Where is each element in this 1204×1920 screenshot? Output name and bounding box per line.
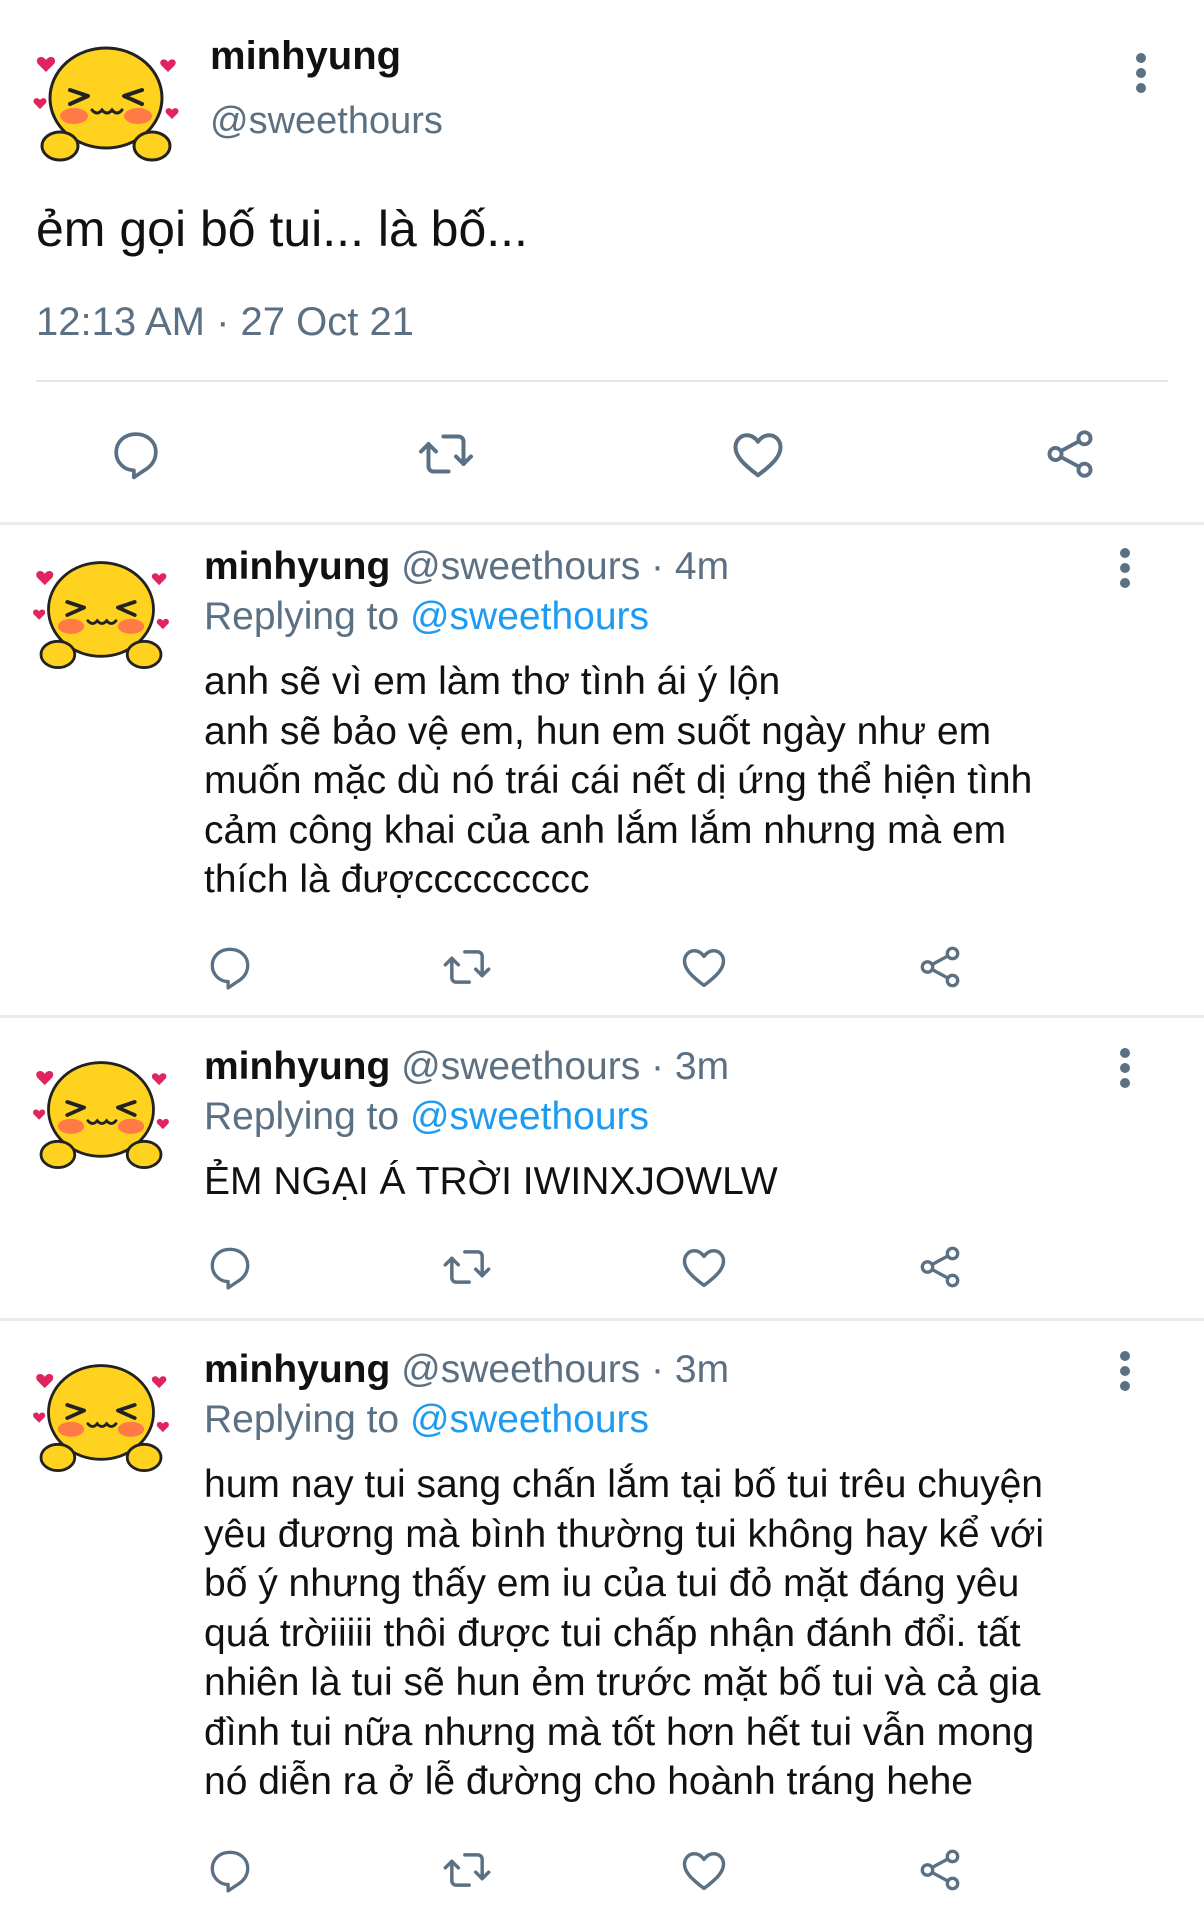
like-icon — [682, 1249, 726, 1288]
retweet-button[interactable] — [437, 1237, 497, 1297]
tweet-text: ẺM NGẠI Á TRỜI IWINXJOWLW — [204, 1157, 1164, 1207]
display-name[interactable]: minhyung — [210, 34, 401, 79]
like-button[interactable] — [728, 424, 788, 484]
reply-icon — [114, 432, 158, 480]
avatar[interactable] — [26, 1358, 176, 1480]
text-line: muốn mặc dù nó trái cái nết dị ứng thể h… — [204, 759, 1033, 802]
text-line: cảm công khai của anh lắm lắm nhưng mà e… — [204, 808, 1007, 852]
more-options-icon[interactable] — [1110, 1348, 1140, 1394]
text-line: ẺM NGẠI Á TRỜI IWINXJOWLW — [204, 1160, 778, 1203]
main-tweet: minhyung @sweethours ẻm gọi bố tui... là… — [0, 0, 1204, 522]
separator — [0, 1318, 1204, 1321]
separator-dot: · — [651, 545, 665, 588]
share-icon — [920, 1849, 960, 1891]
reply-icon — [210, 1850, 250, 1893]
like-icon — [682, 949, 726, 988]
mention-link[interactable]: @sweethours — [410, 1398, 649, 1441]
separator-dot: · — [651, 1348, 665, 1391]
display-name[interactable]: minhyung — [204, 1045, 390, 1088]
reply-icon — [210, 947, 250, 990]
text-line: thích là đượccccccccc — [204, 858, 590, 901]
share-button[interactable] — [1040, 424, 1100, 484]
replying-to-label: Replying to — [204, 595, 400, 638]
reply-header: minhyung @sweethours · 3m — [204, 1348, 729, 1392]
reply-tweet: minhyung @sweethours · 4m Replying to @s… — [0, 545, 1204, 1015]
reply-header: minhyung @sweethours · 3m — [204, 1045, 729, 1089]
reply-tweet: minhyung @sweethours · 3m Replying to @s… — [0, 1045, 1204, 1315]
share-button[interactable] — [910, 937, 970, 997]
reply-button[interactable] — [200, 1237, 260, 1297]
share-icon — [920, 1246, 960, 1288]
retweet-button[interactable] — [437, 1840, 497, 1900]
share-icon — [1047, 430, 1093, 478]
retweet-icon — [443, 950, 491, 984]
share-button[interactable] — [910, 1840, 970, 1900]
user-handle[interactable]: @sweethours — [401, 545, 640, 588]
avatar-emoji-icon — [33, 46, 179, 162]
share-button[interactable] — [910, 1237, 970, 1297]
more-options-icon[interactable] — [1126, 50, 1156, 96]
more-options-icon[interactable] — [1110, 1045, 1140, 1091]
text-line: yêu đương mà bình thường tui không hay k… — [204, 1512, 1045, 1556]
avatar[interactable] — [26, 40, 186, 170]
text-line: quá trờiiiii thôi được tui chấp nhận đán… — [204, 1611, 1021, 1655]
replying-to-label: Replying to — [204, 1095, 400, 1138]
replying-to-label: Replying to — [204, 1398, 400, 1441]
replying-to: Replying to @sweethours — [204, 595, 649, 639]
avatar-emoji-icon — [33, 561, 169, 669]
avatar-emoji-icon — [33, 1061, 169, 1169]
retweet-button[interactable] — [437, 937, 497, 997]
more-options-icon[interactable] — [1110, 545, 1140, 591]
divider — [36, 380, 1168, 382]
tweet-text: ẻm gọi bố tui... là bố... — [36, 201, 528, 257]
reply-tweet: minhyung @sweethours · 3m Replying to @s… — [0, 1348, 1204, 1920]
avatar[interactable] — [26, 1055, 176, 1177]
replying-to: Replying to @sweethours — [204, 1398, 649, 1442]
reply-button[interactable] — [200, 937, 260, 997]
tweet-text: hum nay tui sang chấn lắm tại bố tui trê… — [204, 1460, 1164, 1807]
avatar-emoji-icon — [33, 1364, 169, 1472]
display-name[interactable]: minhyung — [204, 545, 390, 588]
separator — [0, 522, 1204, 525]
like-button[interactable] — [674, 1840, 734, 1900]
text-line: anh sẽ vì em làm thơ tình ái ý lộn — [204, 660, 781, 703]
user-handle[interactable]: @sweethours — [401, 1348, 640, 1391]
like-icon — [682, 1852, 726, 1891]
text-line: đình tui nữa nhưng mà tốt hơn hết tui vẫ… — [204, 1710, 1035, 1754]
avatar[interactable] — [26, 555, 176, 677]
retweet-icon — [419, 434, 473, 474]
relative-time[interactable]: 4m — [675, 545, 729, 588]
reply-icon — [210, 1247, 250, 1290]
share-icon — [920, 946, 960, 988]
like-button[interactable] — [674, 1237, 734, 1297]
relative-time[interactable]: 3m — [675, 1348, 729, 1391]
replying-to: Replying to @sweethours — [204, 1095, 649, 1139]
tweet-timestamp[interactable]: 12:13 AM · 27 Oct 21 — [36, 300, 414, 345]
retweet-icon — [443, 1853, 491, 1887]
display-name[interactable]: minhyung — [204, 1348, 390, 1391]
retweet-icon — [443, 1250, 491, 1284]
text-line: bố ý nhưng thấy em iu của tui đỏ mặt đán… — [204, 1562, 1020, 1605]
relative-time[interactable]: 3m — [675, 1045, 729, 1088]
like-button[interactable] — [674, 937, 734, 997]
like-icon — [733, 433, 783, 478]
text-line: hum nay tui sang chấn lắm tại bố tui trê… — [204, 1463, 1043, 1506]
text-line: nó diễn ra ở lễ đường cho hoành tráng he… — [204, 1760, 973, 1803]
separator — [0, 1015, 1204, 1018]
reply-button[interactable] — [200, 1840, 260, 1900]
tweet-text: anh sẽ vì em làm thơ tình ái ý lộn anh s… — [204, 657, 1164, 905]
user-handle[interactable]: @sweethours — [401, 1045, 640, 1088]
retweet-button[interactable] — [416, 424, 476, 484]
reply-button[interactable] — [106, 424, 166, 484]
text-line: nhiên là tui sẽ hun ẻm trước mặt bố tui … — [204, 1661, 1041, 1704]
mention-link[interactable]: @sweethours — [410, 595, 649, 638]
reply-header: minhyung @sweethours · 4m — [204, 545, 729, 589]
text-line: anh sẽ bảo vệ em, hun em suốt ngày như e… — [204, 709, 992, 753]
separator-dot: · — [651, 1045, 665, 1088]
mention-link[interactable]: @sweethours — [410, 1095, 649, 1138]
user-handle[interactable]: @sweethours — [210, 100, 443, 143]
